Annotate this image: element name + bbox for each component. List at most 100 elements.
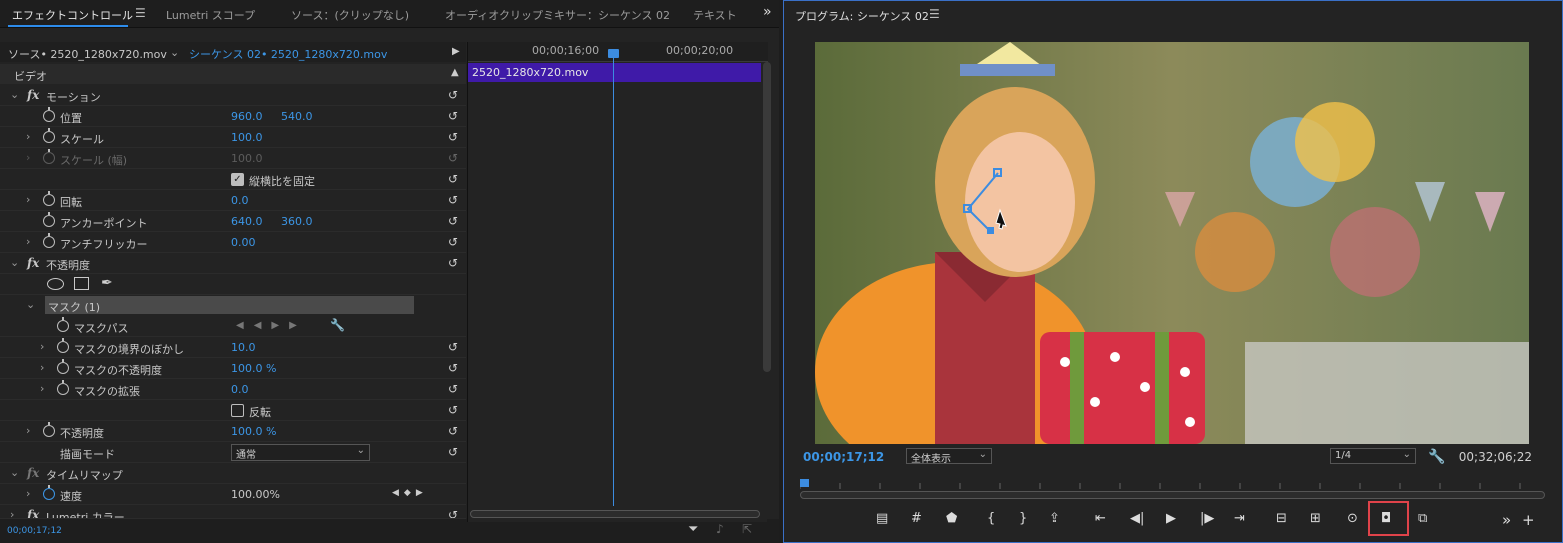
- uniform-scale-checkbox[interactable]: ✓: [231, 173, 244, 186]
- reset-icon[interactable]: ↺: [448, 256, 458, 270]
- keyframe-nav-icon[interactable]: ◀◆▶: [392, 488, 428, 498]
- stopwatch-icon[interactable]: [43, 422, 55, 437]
- monitor-scrollbar[interactable]: [800, 491, 1545, 499]
- reset-icon[interactable]: ↺: [448, 172, 458, 186]
- stopwatch-icon[interactable]: [43, 191, 55, 206]
- reset-icon[interactable]: ↺: [448, 424, 458, 438]
- filter-icon[interactable]: ⏷: [688, 522, 698, 537]
- overwrite-icon[interactable]: ⊞: [1310, 511, 1321, 526]
- time-remap-row[interactable]: ⌄ fx タイムリマップ: [0, 463, 466, 484]
- mask-feather-value[interactable]: 10.0: [231, 341, 256, 354]
- stopwatch-icon[interactable]: [57, 338, 69, 353]
- ellipse-mask-icon[interactable]: [47, 278, 64, 290]
- chevron-right-icon[interactable]: ›: [40, 340, 44, 353]
- play-icon[interactable]: ▶: [1166, 511, 1176, 526]
- horizontal-scrollbar[interactable]: [470, 510, 760, 518]
- wrench-icon[interactable]: 🔧: [1428, 449, 1445, 465]
- fx-icon[interactable]: fx: [27, 256, 39, 270]
- chevron-right-icon[interactable]: ›: [26, 235, 30, 248]
- camera-icon[interactable]: ⊙: [1347, 511, 1358, 526]
- tab-lumetri-scope[interactable]: Lumetri スコープ: [166, 7, 255, 23]
- current-timecode[interactable]: 00;00;17;12: [803, 450, 884, 464]
- opacity-group-row[interactable]: ⌄ fx 不透明度 ↺: [0, 253, 466, 274]
- reset-icon[interactable]: ↺: [448, 88, 458, 102]
- chevron-right-icon[interactable]: ›: [26, 130, 30, 143]
- anchor-x-value[interactable]: 640.0: [231, 215, 263, 228]
- anti-flicker-value[interactable]: 0.00: [231, 236, 256, 249]
- blend-mode-select[interactable]: 通常 ⌄: [231, 444, 370, 461]
- fx-icon[interactable]: fx: [27, 88, 39, 102]
- chevron-right-icon[interactable]: ›: [10, 508, 14, 518]
- reset-icon[interactable]: ↺: [448, 508, 458, 518]
- playhead-handle[interactable]: [608, 49, 619, 58]
- pen-mask-icon[interactable]: ✒: [101, 275, 113, 291]
- monitor-time-ruler[interactable]: [800, 479, 1540, 489]
- marker-icon[interactable]: ▤: [876, 511, 888, 526]
- monitor-title[interactable]: プログラム: シーケンス 02: [795, 8, 929, 24]
- zoom-select[interactable]: 全体表示 ⌄: [906, 448, 992, 465]
- reset-icon[interactable]: ↺: [448, 445, 458, 459]
- step-back-icon[interactable]: ◀|: [1130, 511, 1144, 526]
- chevron-right-icon[interactable]: ›: [26, 424, 30, 437]
- panel-menu-icon[interactable]: ☰: [135, 6, 146, 20]
- wrench-icon[interactable]: 🔧: [330, 318, 345, 332]
- clip-bar[interactable]: 2520_1280x720.mov: [468, 63, 761, 82]
- reset-icon[interactable]: ↺: [448, 193, 458, 207]
- stopwatch-icon[interactable]: [57, 359, 69, 374]
- stopwatch-icon[interactable]: [43, 107, 55, 122]
- add-button-icon[interactable]: +: [1522, 511, 1535, 529]
- chevron-down-icon[interactable]: ⌄: [10, 256, 19, 269]
- chevron-right-icon[interactable]: ›: [40, 361, 44, 374]
- rotation-value[interactable]: 0.0: [231, 194, 249, 207]
- export-frame-icon[interactable]: ⇪: [1049, 511, 1060, 526]
- tab-audio-clip-mixer[interactable]: オーディオクリップミキサー：シーケンス 02: [445, 7, 670, 23]
- opacity-value[interactable]: 100.0 %: [231, 425, 276, 438]
- position-y-value[interactable]: 540.0: [281, 110, 313, 123]
- reset-icon[interactable]: ↺: [448, 130, 458, 144]
- collapse-up-icon[interactable]: ▲: [451, 67, 459, 78]
- stopwatch-icon[interactable]: [43, 485, 55, 500]
- speed-value[interactable]: 100.00%: [231, 488, 280, 501]
- program-video-frame[interactable]: [815, 42, 1529, 444]
- reset-icon[interactable]: ↺: [448, 403, 458, 417]
- go-to-in-icon[interactable]: ⇤: [1095, 511, 1106, 526]
- step-forward-icon[interactable]: |▶: [1200, 511, 1214, 526]
- reset-icon[interactable]: ↺: [448, 214, 458, 228]
- resolution-select[interactable]: 1/4 ⌄: [1330, 448, 1416, 464]
- play-triangle-icon[interactable]: ▶: [452, 46, 460, 57]
- reset-icon[interactable]: ↺: [448, 361, 458, 375]
- chevron-down-icon[interactable]: ⌄: [10, 88, 19, 101]
- mark-in-icon[interactable]: {: [987, 511, 995, 526]
- stopwatch-icon[interactable]: [43, 212, 55, 227]
- tab-text[interactable]: テキスト: [693, 7, 737, 23]
- fx-icon[interactable]: fx: [27, 508, 39, 518]
- rectangle-mask-icon[interactable]: [74, 277, 89, 290]
- panel-menu-icon[interactable]: ☰: [929, 7, 940, 21]
- add-marker-icon[interactable]: ⬟: [946, 511, 957, 526]
- reset-icon[interactable]: ↺: [448, 235, 458, 249]
- chevron-down-icon[interactable]: ⌄: [26, 298, 35, 311]
- mask-track-controls[interactable]: ◀◀▶▶: [236, 320, 307, 331]
- source-clip-label[interactable]: ソース• 2520_1280x720.mov: [8, 46, 167, 62]
- anchor-y-value[interactable]: 360.0: [281, 215, 313, 228]
- mask-expansion-value[interactable]: 0.0: [231, 383, 249, 396]
- mark-out-icon[interactable]: }: [1019, 511, 1027, 526]
- chevron-down-icon[interactable]: ⌄: [170, 46, 179, 59]
- export-icon[interactable]: ⇱: [742, 522, 752, 536]
- lumetri-row[interactable]: › fx Lumetri カラー ↺: [0, 505, 466, 519]
- reset-icon[interactable]: ↺: [448, 382, 458, 396]
- stopwatch-icon[interactable]: [57, 317, 69, 332]
- tab-source[interactable]: ソース：(クリップなし): [291, 7, 409, 23]
- scale-value[interactable]: 100.0: [231, 131, 263, 144]
- mask-selected-bar[interactable]: マスク (1): [45, 296, 414, 314]
- stopwatch-icon[interactable]: [43, 128, 55, 143]
- reset-icon[interactable]: ↺: [448, 109, 458, 123]
- go-to-out-icon[interactable]: ⇥: [1234, 511, 1245, 526]
- chevron-right-icon[interactable]: ›: [26, 487, 30, 500]
- stopwatch-icon[interactable]: [43, 233, 55, 248]
- chevron-down-icon[interactable]: ⌄: [10, 466, 19, 479]
- grid-icon[interactable]: #: [911, 511, 922, 526]
- motion-row[interactable]: ⌄ fx モーション ↺: [0, 85, 466, 106]
- sequence-clip-label[interactable]: シーケンス 02• 2520_1280x720.mov: [189, 46, 387, 62]
- mask-opacity-value[interactable]: 100.0 %: [231, 362, 276, 375]
